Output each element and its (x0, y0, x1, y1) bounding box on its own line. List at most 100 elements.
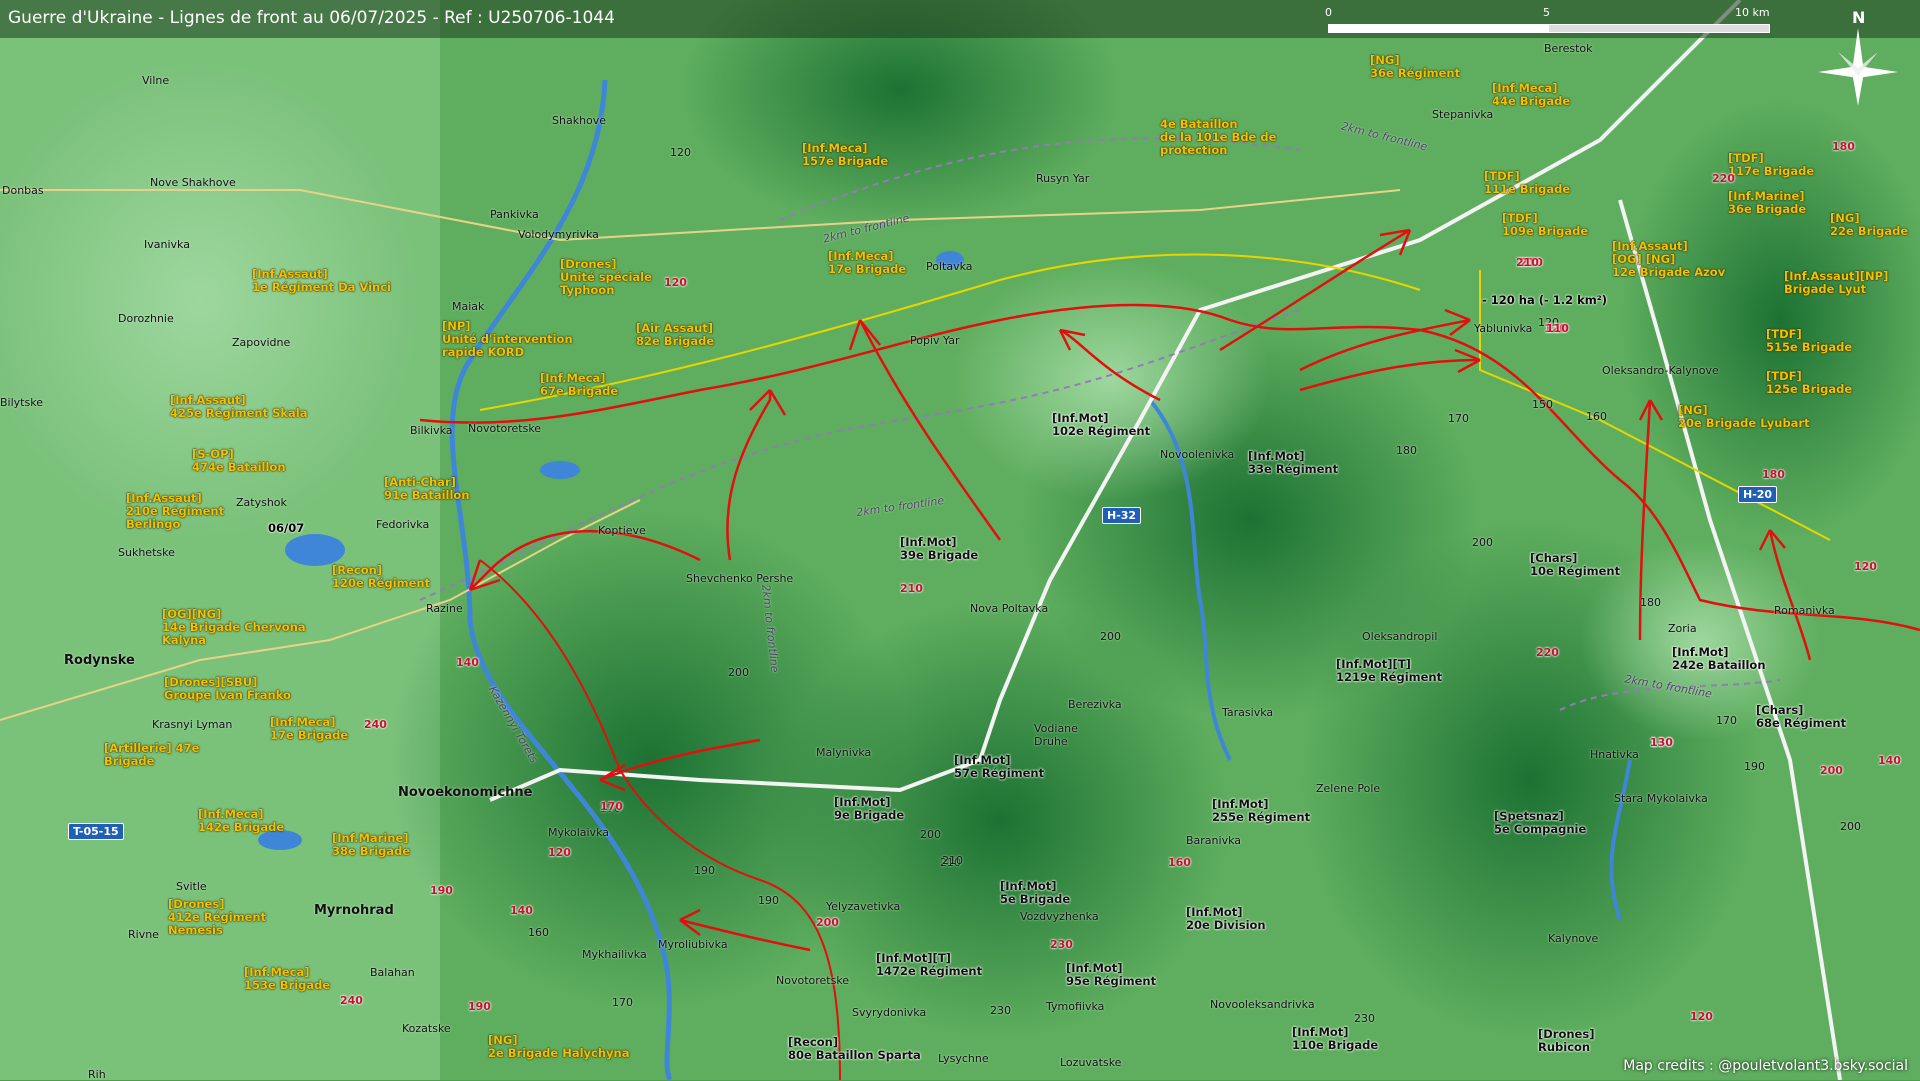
rus-unit-label[interactable]: [Spetsnaz] 5e Compagnie (1494, 810, 1586, 836)
town-label: Pankivka (490, 208, 539, 221)
road-number-label: 130 (1650, 736, 1673, 749)
town-label: Zelene Pole (1316, 782, 1381, 795)
elevation-label: 230 (990, 1004, 1011, 1017)
road-number-label: 120 (1854, 560, 1877, 573)
ukr-unit-label[interactable]: [Inf.Meca] 17e Brigade (828, 250, 906, 276)
town-label: Bilkivka (410, 424, 453, 437)
road-number-label: 160 (1168, 856, 1191, 869)
rus-unit-label[interactable]: [Inf.Mot] 110e Brigade (1292, 1026, 1378, 1052)
elevation-label: 170 (612, 996, 633, 1009)
town-label: Novotoretske (776, 974, 850, 987)
elevation-label: 230 (1354, 1012, 1375, 1025)
ukr-unit-label[interactable]: [Air Assaut] 82e Brigade (636, 322, 714, 348)
elevation-label: 180 (1640, 596, 1661, 609)
town-label: Berezivka (1068, 698, 1122, 711)
ukr-unit-label[interactable]: [Drones][SBU] Groupe Ivan Franko (164, 676, 291, 702)
town-label: Mykolaivka (548, 826, 609, 839)
town-label: Svitle (176, 880, 207, 893)
ukr-unit-label[interactable]: [NG] 36e Régiment (1370, 54, 1460, 80)
ukr-unit-label[interactable]: [Artillerie] 47e Brigade (104, 742, 199, 768)
town-label: Volodymyrivka (518, 228, 599, 241)
elevation-label: 120 (670, 146, 691, 159)
rus-unit-label[interactable]: [Inf.Mot] 20e Division (1186, 906, 1266, 932)
rus-unit-label[interactable]: [Inf.Mot] 255e Régiment (1212, 798, 1310, 824)
ukr-unit-label[interactable]: [TDF] 109e Brigade (1502, 212, 1588, 238)
ukr-unit-label[interactable]: [TDF] 111e Brigade (1484, 170, 1570, 196)
rus-unit-label[interactable]: [Inf.Mot] 33e Régiment (1248, 450, 1338, 476)
ukr-unit-label[interactable]: [Inf.Marine] 38e Brigade (332, 832, 410, 858)
ukr-unit-label[interactable]: [TDF] 515e Brigade (1766, 328, 1852, 354)
compass-rose-icon (1818, 28, 1898, 106)
road-number-label: 240 (340, 994, 363, 1007)
town-label: Popiv Yar (910, 334, 960, 347)
scale-bar: 0 5 10 km (1325, 6, 1775, 36)
town-label: Svyrydonivka (852, 1006, 927, 1019)
road-number-label: 210 (1516, 256, 1539, 269)
town-label: Hnativka (1590, 748, 1639, 761)
ukr-unit-label[interactable]: [NG] 20e Brigade Lyubart (1678, 404, 1810, 430)
ukr-unit-label[interactable]: [OG][NG] 14e Brigade Chervona Kalyna (162, 608, 306, 647)
town-label: Nova Poltavka (970, 602, 1049, 615)
rus-unit-label[interactable]: [Drones] Rubicon (1538, 1028, 1594, 1054)
ukr-unit-label[interactable]: [TDF] 125e Brigade (1766, 370, 1852, 396)
highway-badge: H-32 (1102, 507, 1142, 524)
town-label: Yelyzavetivka (826, 900, 901, 913)
ukr-unit-label[interactable]: [Inf.Meca] 67e Brigade (540, 372, 618, 398)
ukr-unit-label[interactable]: 4e Bataillon de la 101e Bde de protectio… (1160, 118, 1276, 157)
road-number-label: 170 (600, 800, 623, 813)
road-number-label: 120 (1690, 1010, 1713, 1023)
rus-unit-label[interactable]: [Inf.Mot] 9e Brigade (834, 796, 904, 822)
ukr-unit-label[interactable]: [Inf.Meca] 142e Brigade (198, 808, 284, 834)
town-label: Novotoretske (468, 422, 542, 435)
road-number-label: 240 (364, 718, 387, 731)
ukr-unit-label[interactable]: [Inf.Assaut] 1e Régiment Da Vinci (252, 268, 391, 294)
ukr-unit-label[interactable]: [S-OP] 474e Bataillon (192, 448, 286, 474)
ukr-unit-label[interactable]: [NG] 22e Brigade (1830, 212, 1908, 238)
rus-unit-label[interactable]: [Chars] 10e Régiment (1530, 552, 1620, 578)
elevation-label: 200 (1472, 536, 1493, 549)
town-label: Stepanivka (1432, 108, 1494, 121)
rus-unit-label[interactable]: [Inf.Mot] 57e Régiment (954, 754, 1044, 780)
elevation-label: 200 (920, 828, 941, 841)
ukr-unit-label[interactable]: [TDF] 117e Brigade (1728, 152, 1814, 178)
ukr-unit-label[interactable]: [Inf.Assaut][NP] Brigade Lyut (1784, 270, 1888, 296)
ukr-unit-label[interactable]: [Inf.Meca] 44e Brigade (1492, 82, 1570, 108)
rus-unit-label[interactable]: [Recon] 80e Bataillon Sparta (788, 1036, 921, 1062)
ukr-unit-label[interactable]: [Inf.Meca] 153e Brigade (244, 966, 330, 992)
ukr-unit-label[interactable]: [Inf.Assaut] 210e Régiment Berlingo (126, 492, 224, 531)
rus-unit-label[interactable]: [Inf.Mot] 39e Brigade (900, 536, 978, 562)
ukr-unit-label[interactable]: [Inf.Assaut] [OG] [NG] 12e Brigade Azov (1612, 240, 1725, 279)
town-label: Mykhailivka (582, 948, 647, 961)
town-label: Vozdvyzhenka (1020, 910, 1099, 923)
ukr-unit-label[interactable]: [Recon] 120e Régiment (332, 564, 430, 590)
rus-unit-label[interactable]: [Inf.Mot] 5e Brigade (1000, 880, 1070, 906)
town-label: Rih (88, 1068, 106, 1081)
ukr-unit-label[interactable]: [Inf.Meca] 17e Brigade (270, 716, 348, 742)
road-number-label: 120 (664, 276, 687, 289)
road-number-label: 140 (510, 904, 533, 917)
rus-unit-label[interactable]: [Chars] 68e Régiment (1756, 704, 1846, 730)
rus-unit-label[interactable]: [Inf.Mot] 102e Régiment (1052, 412, 1150, 438)
ukr-unit-label[interactable]: [Anti-Char] 91e Bataillon (384, 476, 470, 502)
road-number-label: 210 (900, 582, 923, 595)
rus-unit-label[interactable]: [Inf.Mot] 95e Régiment (1066, 962, 1156, 988)
rus-unit-label[interactable]: [Inf.Mot][T] 1472e Régiment (876, 952, 982, 978)
rus-unit-label[interactable]: [Inf.Mot][T] 1219e Régiment (1336, 658, 1442, 684)
ukr-unit-label[interactable]: [Inf.Assaut] 425e Régiment Skala (170, 394, 308, 420)
ukr-unit-label[interactable]: [Drones] Unité spéciale Typhoon (560, 258, 652, 297)
town-label: Novooleksandrivka (1210, 998, 1315, 1011)
ukr-unit-label[interactable]: [NG] 2e Brigade Halychyna (488, 1034, 629, 1060)
ukr-unit-label[interactable]: [Drones] 412e Régiment Nemesis (168, 898, 266, 937)
town-label: Kozatske (402, 1022, 451, 1035)
ukr-unit-label[interactable]: [NP] Unité d'intervention rapide KORD (442, 320, 573, 359)
rus-unit-label[interactable]: [Inf.Mot] 242e Bataillon (1672, 646, 1766, 672)
road-number-label: 180 (1832, 140, 1855, 153)
town-label: Tarasivka (1222, 706, 1274, 719)
road-number-label: 110 (1546, 322, 1569, 335)
highway-badge: H-20 (1738, 486, 1778, 503)
ukr-unit-label[interactable]: [Inf.Marine] 36e Brigade (1728, 190, 1806, 216)
town-label: Rusyn Yar (1036, 172, 1090, 185)
ukr-unit-label[interactable]: [Inf.Meca] 157e Brigade (802, 142, 888, 168)
elevation-label: 170 (1448, 412, 1469, 425)
town-label: Maiak (452, 300, 485, 313)
